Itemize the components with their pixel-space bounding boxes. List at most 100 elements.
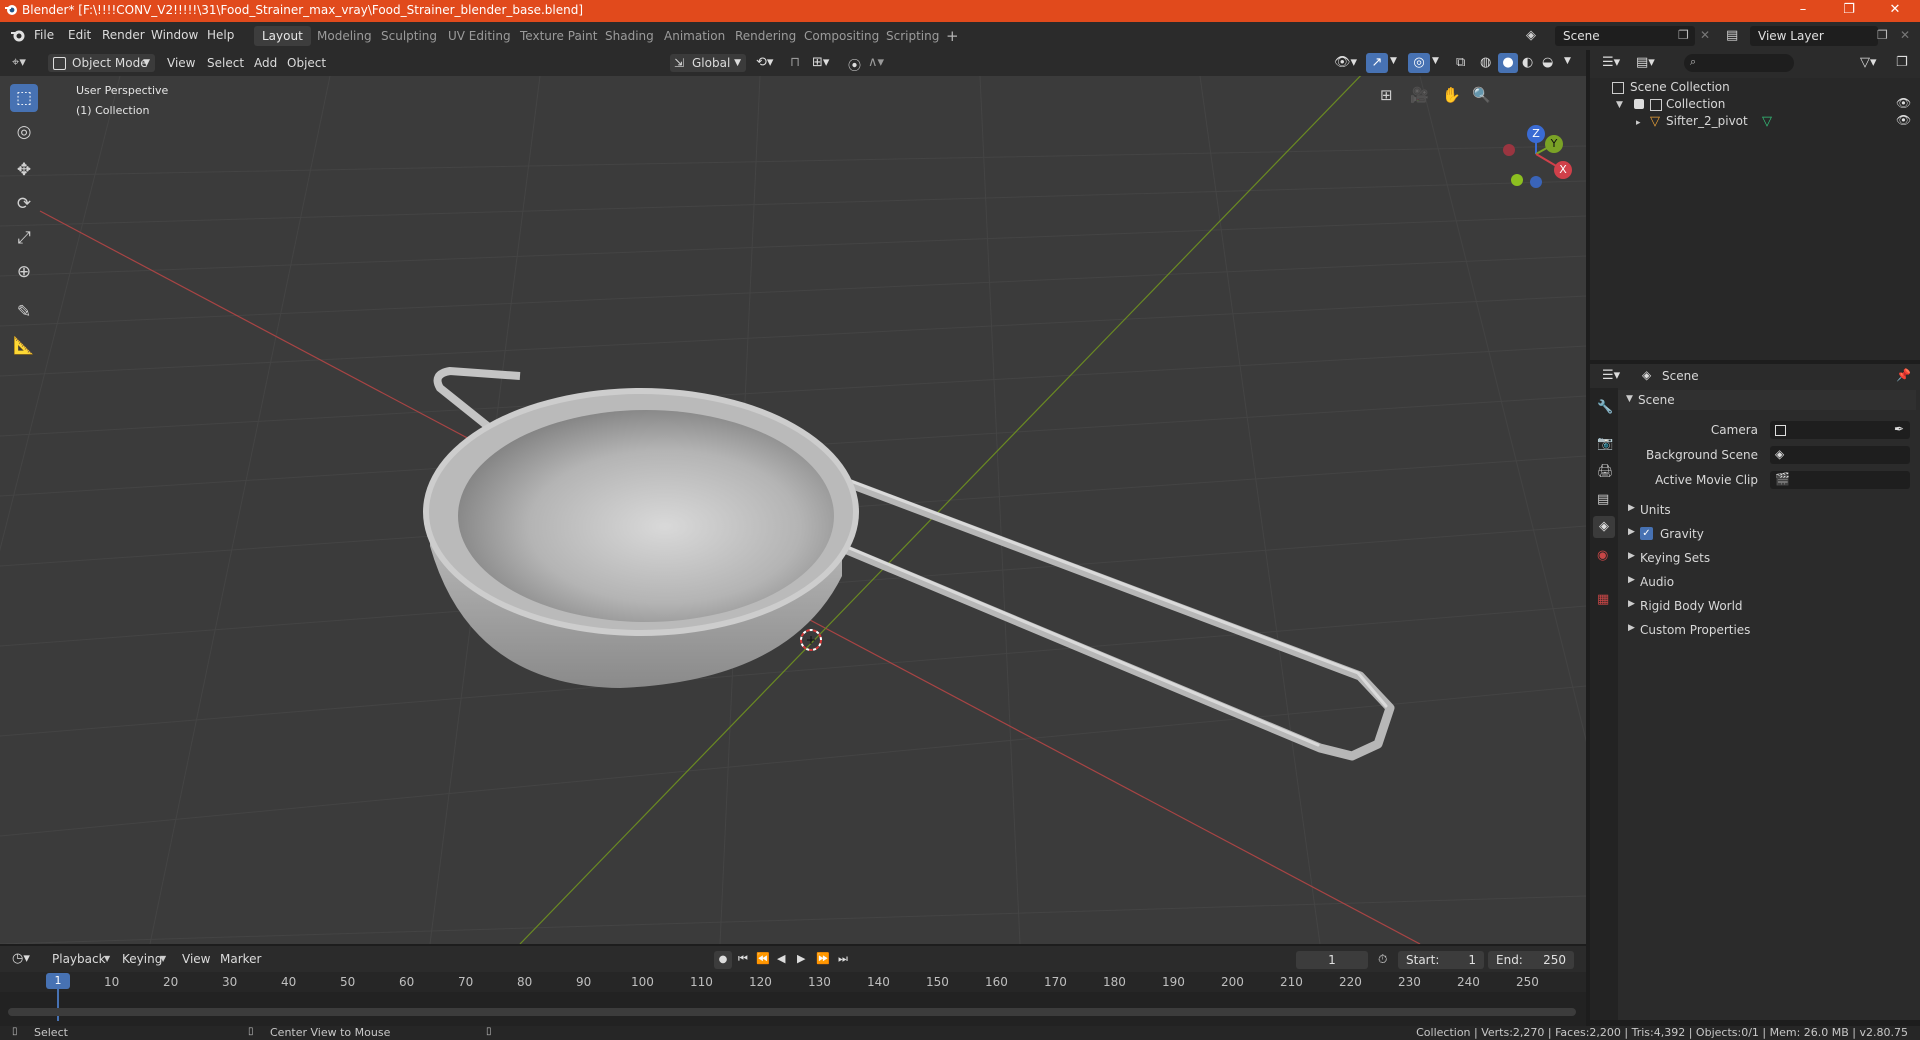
view-layer-field[interactable]: View Layer <box>1750 26 1878 46</box>
proportional-edit-icon[interactable]: ⦿ <box>848 55 861 74</box>
camera-field[interactable] <box>1770 421 1910 439</box>
annotate-tool[interactable]: ✎ <box>10 298 38 326</box>
gravity-checkbox[interactable]: ✓ <box>1640 527 1653 540</box>
solid-shading-icon[interactable]: ● <box>1498 53 1518 73</box>
scale-tool[interactable]: ⤢ <box>10 224 38 252</box>
menu-window[interactable]: Window <box>151 28 198 42</box>
tab-layout[interactable]: Layout <box>254 26 311 46</box>
gizmo-toggle-icon[interactable]: ↗ <box>1366 53 1388 73</box>
tab-scripting[interactable]: Scripting <box>878 26 947 46</box>
camera-view-icon[interactable]: 🎥 <box>1410 86 1429 104</box>
new-view-layer-icon[interactable]: ❐ <box>1877 28 1888 42</box>
gizmo-y-label[interactable]: Y <box>1545 135 1563 153</box>
start-frame-field[interactable]: Start: 1 <box>1398 951 1484 969</box>
scene-panel-header[interactable]: ▼ Scene <box>1618 390 1916 410</box>
scene-tab-icon[interactable]: ◈ <box>1593 516 1615 538</box>
close-button[interactable]: ✕ <box>1872 0 1918 22</box>
stopwatch-icon[interactable]: ⏱ <box>1378 952 1387 967</box>
delete-scene-icon[interactable]: ✕ <box>1700 28 1710 42</box>
properties-editor-type-icon[interactable]: ☰▾ <box>1602 368 1620 383</box>
view-layer-icon[interactable]: ▤ <box>1726 28 1738 43</box>
overlays-dropdown-icon[interactable]: ▼ <box>1432 56 1439 66</box>
tab-animation[interactable]: Animation <box>656 26 733 46</box>
texture-tab-icon[interactable]: ▦ <box>1597 592 1609 607</box>
gizmo-z-label[interactable]: Z <box>1527 125 1545 143</box>
menu-select[interactable]: Select <box>207 54 244 72</box>
menu-timeline-view[interactable]: View <box>182 950 210 968</box>
select-box-tool[interactable]: ⬚ <box>10 84 38 112</box>
expand-object-icon[interactable]: ▸ <box>1636 118 1641 128</box>
section-keying-sets[interactable]: ▶ Keying Sets <box>1618 548 1916 568</box>
new-collection-icon[interactable]: ❐ <box>1896 55 1908 70</box>
collection-checkbox[interactable] <box>1634 99 1644 109</box>
section-audio[interactable]: ▶ Audio <box>1618 572 1916 592</box>
play-icon[interactable]: ▶ <box>797 952 805 965</box>
outliner-object[interactable]: Sifter_2_pivot <box>1666 114 1748 128</box>
jump-to-end-icon[interactable]: ⏭ <box>838 952 848 966</box>
play-reverse-icon[interactable]: ◀ <box>777 952 785 965</box>
tab-modeling[interactable]: Modeling <box>309 26 380 46</box>
menu-render[interactable]: Render <box>102 28 145 42</box>
display-mode-icon[interactable]: ▤▾ <box>1636 55 1655 70</box>
rotate-tool[interactable]: ⟳ <box>10 190 38 218</box>
tool-tab-icon[interactable]: 🔧 <box>1597 400 1613 415</box>
rendered-shading-icon[interactable]: ◒ <box>1542 55 1553 70</box>
outliner-search-input[interactable] <box>1684 54 1794 72</box>
outliner-collection[interactable]: Collection <box>1666 97 1725 111</box>
playhead[interactable]: 1 <box>46 973 70 989</box>
timeline-area[interactable]: 1 10 20 30 40 50 60 70 80 90 100 110 120… <box>0 972 1586 1026</box>
menu-keying[interactable]: Keying <box>122 950 162 968</box>
tab-sculpting[interactable]: Sculpting <box>373 26 445 46</box>
menu-playback[interactable]: Playback <box>52 950 106 968</box>
blender-menu-icon[interactable] <box>10 28 26 44</box>
add-workspace-button[interactable]: + <box>946 27 959 45</box>
jump-to-start-icon[interactable]: ⏮ <box>738 952 748 966</box>
expand-collection-icon[interactable]: ▼ <box>1616 100 1623 110</box>
jump-to-keyframe-back-icon[interactable]: ⏪ <box>756 952 770 965</box>
maximize-button[interactable]: ❐ <box>1826 0 1872 22</box>
menu-file[interactable]: File <box>34 28 54 42</box>
menu-help[interactable]: Help <box>207 28 234 42</box>
pin-icon[interactable]: 📌 <box>1896 368 1911 382</box>
cursor-tool[interactable]: ◎ <box>10 118 38 146</box>
transform-tool[interactable]: ⊕ <box>10 258 38 286</box>
measure-tool[interactable]: 📐 <box>10 332 38 360</box>
scene-name-field[interactable]: Scene <box>1555 26 1695 46</box>
eyedropper-icon[interactable]: ✒ <box>1894 422 1904 436</box>
section-custom-properties[interactable]: ▶ Custom Properties <box>1618 620 1916 640</box>
outliner-editor-type-icon[interactable]: ☰▾ <box>1602 55 1620 70</box>
background-scene-field[interactable] <box>1770 446 1910 464</box>
eye-icon[interactable]: 👁 <box>1896 113 1911 127</box>
menu-add[interactable]: Add <box>254 54 277 72</box>
xray-toggle-icon[interactable]: ⧉ <box>1456 55 1465 70</box>
zoom-view-icon[interactable]: 🔍 <box>1472 86 1491 104</box>
menu-object[interactable]: Object <box>287 54 326 72</box>
gizmo-dropdown-icon[interactable]: ▼ <box>1390 56 1397 66</box>
move-tool[interactable]: ✥ <box>10 156 38 184</box>
scene-selector-icon[interactable]: ◈ <box>1526 28 1542 44</box>
wireframe-shading-icon[interactable]: ◍ <box>1480 55 1491 70</box>
timeline-scrollbar[interactable] <box>8 1008 1576 1016</box>
falloff-icon[interactable]: ∧▾ <box>868 55 884 70</box>
record-button[interactable]: ● <box>714 951 732 969</box>
overlays-toggle-icon[interactable]: ◎ <box>1408 53 1430 73</box>
filter-icon[interactable]: ▽▾ <box>1860 55 1877 70</box>
active-movie-clip-field[interactable] <box>1770 471 1910 489</box>
timeline-editor-type-icon[interactable]: ◷▾ <box>12 951 30 966</box>
view-layer-tab-icon[interactable]: ▤ <box>1597 492 1609 507</box>
section-units[interactable]: ▶ Units <box>1618 500 1916 520</box>
toggle-camera-view-icon[interactable]: ⊞ <box>1380 86 1393 104</box>
end-frame-field[interactable]: End: 250 <box>1488 951 1574 969</box>
menu-edit[interactable]: Edit <box>68 28 91 42</box>
world-tab-icon[interactable]: ◉ <box>1597 548 1608 563</box>
tab-texture-paint[interactable]: Texture Paint <box>512 26 605 46</box>
eye-icon[interactable]: 👁 <box>1896 96 1911 110</box>
current-frame-field[interactable]: 1 <box>1296 951 1368 969</box>
visibility-icon[interactable]: 👁▾ <box>1334 55 1357 70</box>
snap-icon[interactable]: ⊓ <box>790 55 800 70</box>
output-tab-icon[interactable]: 🖨 <box>1597 464 1614 479</box>
new-scene-icon[interactable]: ❐ <box>1678 28 1689 42</box>
section-gravity[interactable]: ▶ ✓ Gravity <box>1618 524 1916 544</box>
jump-to-keyframe-forward-icon[interactable]: ⏩ <box>816 952 830 965</box>
minimize-button[interactable]: – <box>1780 0 1826 22</box>
